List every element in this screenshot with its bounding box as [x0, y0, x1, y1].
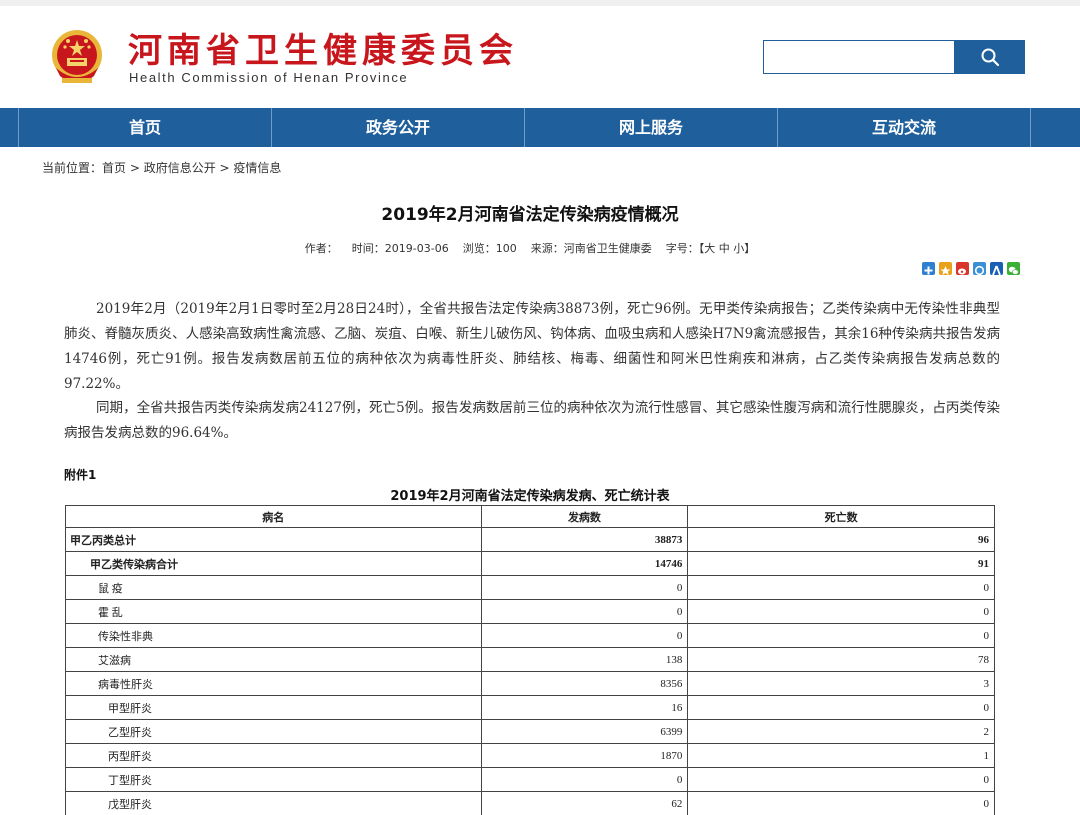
share-tqq-icon[interactable]	[973, 262, 986, 276]
cell-disease-name: 病毒性肝炎	[65, 671, 482, 696]
table-row: 甲乙类传染病合计 14746 91	[65, 551, 995, 576]
table-title: 2019年2月河南省法定传染病发病、死亡统计表	[390, 489, 670, 504]
column-header-cases: 发病数	[480, 505, 689, 528]
cell-disease-name: 甲型肝炎	[65, 695, 482, 720]
breadcrumb: 当前位置：首页 > 政府信息公开 > 疫情信息	[42, 159, 281, 176]
table-row: 甲乙丙类总计 38873 96	[65, 527, 995, 552]
cell-disease-name: 霍 乱	[65, 599, 482, 624]
cell-cases: 1870	[480, 743, 689, 768]
table-row: 丁型肝炎 0 0	[65, 767, 995, 792]
cell-disease-name: 甲乙丙类总计	[65, 527, 482, 552]
paragraph-text: 2019年2月（2019年2月1日零时至2月28日24时），全省共报告法定传染病…	[64, 301, 1000, 392]
nav-divider	[1030, 108, 1031, 147]
column-header-disease: 病名	[65, 505, 482, 528]
search-box	[763, 40, 1025, 74]
cell-deaths: 0	[687, 623, 995, 648]
share-renren-icon[interactable]	[990, 262, 1003, 276]
font-size-small-link[interactable]: 小	[733, 242, 744, 255]
share-wechat-icon[interactable]	[1007, 262, 1020, 275]
cell-deaths: 0	[687, 791, 995, 815]
nav-item-online-services[interactable]: 网上服务	[525, 108, 777, 147]
table-row: 丙型肝炎 1870 1	[65, 743, 995, 768]
cell-disease-name: 丁型肝炎	[65, 767, 482, 792]
cell-deaths: 3	[687, 671, 995, 696]
font-size-large-link[interactable]: 大	[704, 242, 715, 255]
article-paragraph-2: 同期，全省共报告丙类传染病发病24127例，死亡5例。报告发病数居前三位的病种依…	[64, 396, 1000, 446]
cell-disease-name: 乙型肝炎	[65, 719, 482, 744]
share-toolbar	[922, 262, 1020, 276]
cell-cases: 0	[480, 767, 689, 792]
meta-views: 浏览：100	[462, 242, 517, 255]
table-row: 甲型肝炎 16 0	[65, 695, 995, 720]
nav-item-government-affairs[interactable]: 政务公开	[272, 108, 524, 147]
table-header-row: 病名 发病数 死亡数	[65, 505, 995, 528]
meta-author: 作者：	[304, 242, 338, 255]
cell-deaths: 2	[687, 719, 995, 744]
cell-disease-name: 甲乙类传染病合计	[65, 551, 482, 576]
national-emblem-icon[interactable]	[50, 28, 104, 88]
breadcrumb-prefix: 当前位置：	[42, 161, 103, 175]
cell-cases: 0	[480, 599, 689, 624]
cell-deaths: 0	[687, 767, 995, 792]
cell-deaths: 1	[687, 743, 995, 768]
search-icon	[981, 48, 999, 67]
article-title: 2019年2月河南省法定传染病疫情概况	[381, 205, 679, 225]
cell-deaths: 78	[687, 647, 995, 672]
disease-stats-table: 病名 发病数 死亡数 甲乙丙类总计 38873 96 甲乙类传染病合计 14746 91 鼠…	[65, 505, 995, 815]
cell-deaths: 0	[687, 575, 995, 600]
cell-cases: 8356	[480, 671, 689, 696]
cell-disease-name: 艾滋病	[65, 647, 482, 672]
article-paragraph-1: 2019年2月（2019年2月1日零时至2月28日24时），全省共报告法定传染病…	[64, 297, 1000, 397]
meta-source: 来源：河南省卫生健康委	[530, 242, 652, 255]
column-header-deaths: 死亡数	[687, 505, 995, 528]
table-row: 乙型肝炎 6399 2	[65, 719, 995, 744]
article-meta: 作者： 时间：2019-03-06 浏览：100 来源：河南省卫生健康委 字号：…	[0, 240, 1060, 256]
cell-cases: 6399	[480, 719, 689, 744]
cell-deaths: 96	[687, 527, 995, 552]
cell-cases: 62	[480, 791, 689, 815]
search-button[interactable]	[954, 40, 1025, 74]
cell-cases: 16	[480, 695, 689, 720]
share-plus-icon[interactable]	[922, 262, 935, 275]
meta-bracket-close: 】	[744, 242, 756, 255]
breadcrumb-item-home[interactable]: 首页	[102, 161, 126, 175]
breadcrumb-separator: >	[215, 161, 234, 175]
paragraph-text: 同期，全省共报告丙类传染病发病24127例，死亡5例。报告发病数居前三位的病种依…	[64, 400, 1000, 441]
search-input[interactable]	[763, 40, 955, 74]
cell-cases: 0	[480, 575, 689, 600]
table-row: 鼠 疫00	[65, 575, 995, 600]
cell-cases: 14746	[480, 551, 689, 576]
main-nav: 首页 政务公开 网上服务 互动交流	[0, 108, 1080, 147]
cell-deaths: 0	[687, 695, 995, 720]
nav-item-home[interactable]: 首页	[19, 108, 271, 147]
meta-time: 时间：2019-03-06	[351, 242, 449, 255]
cell-disease-name: 戊型肝炎	[65, 791, 482, 815]
font-size-medium-link[interactable]: 中	[719, 242, 730, 255]
cell-cases: 138	[480, 647, 689, 672]
cell-deaths: 91	[687, 551, 995, 576]
share-qzone-icon[interactable]	[939, 262, 952, 275]
site-title: 河南省卫生健康委员会	[128, 31, 518, 71]
site-subtitle: Health Commission of Henan Province	[129, 70, 409, 85]
table-row: 戊型肝炎 62 0	[65, 791, 995, 815]
table-row: 病毒性肝炎 8356 3	[65, 671, 995, 696]
table-row: 传染性非典 0 0	[65, 623, 995, 648]
site-header: 河南省卫生健康委员会 Health Commission of Henan Pr…	[0, 6, 1080, 108]
table-body: 甲乙丙类总计 38873 96 甲乙类传染病合计 14746 91 鼠 疫00霍 乱 0 0 传染…	[65, 527, 995, 815]
share-weibo-icon[interactable]	[956, 262, 969, 275]
breadcrumb-item-epidemic-info[interactable]: 疫情信息	[233, 161, 281, 175]
meta-font-size-label: 字号：	[665, 242, 699, 255]
cell-disease-name: 丙型肝炎	[65, 743, 482, 768]
cell-cases: 38873	[480, 527, 689, 552]
breadcrumb-item-gov-info[interactable]: 政府信息公开	[144, 161, 216, 175]
breadcrumb-separator: >	[126, 161, 144, 175]
cell-deaths: 0	[687, 599, 995, 624]
cell-disease-name: 鼠 疫	[65, 575, 482, 600]
cell-disease-name: 传染性非典	[65, 623, 482, 648]
nav-item-interaction[interactable]: 互动交流	[778, 108, 1030, 147]
cell-cases: 0	[480, 623, 689, 648]
attachment-label: 附件1	[64, 468, 97, 482]
table-row: 艾滋病 138 78	[65, 647, 995, 672]
table-row: 霍 乱00	[65, 599, 995, 624]
